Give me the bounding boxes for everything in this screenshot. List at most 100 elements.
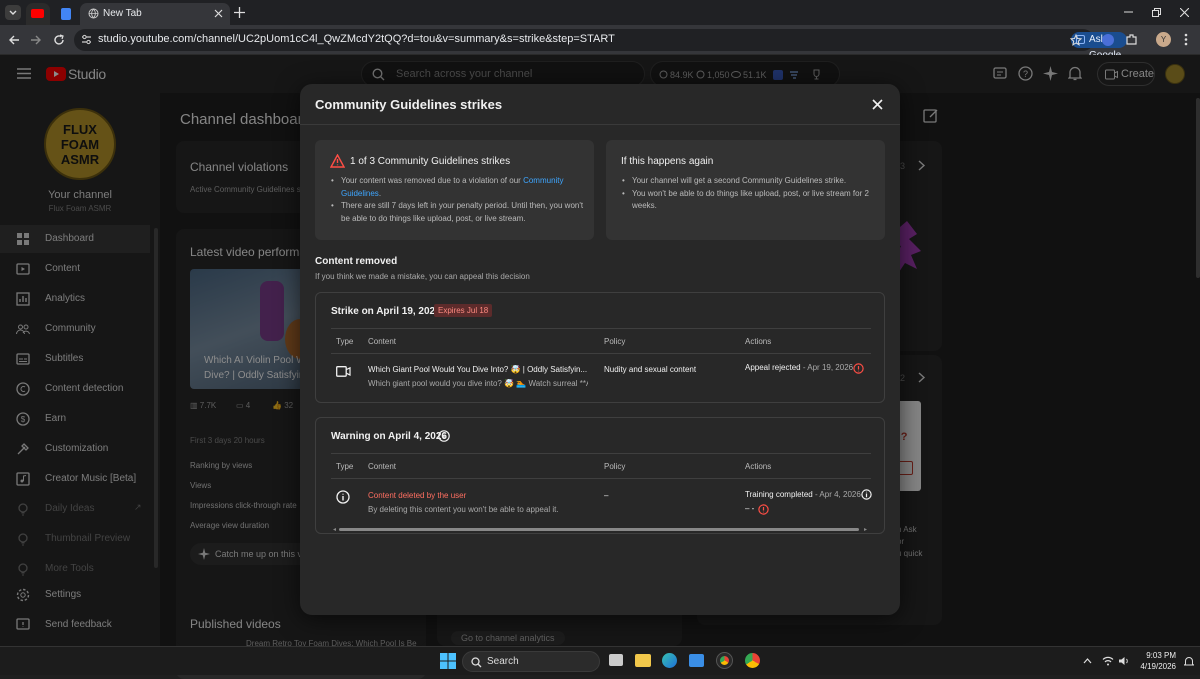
omnibox[interactable]: studio.youtube.com/channel/UC2pUom1cC4l_…: [74, 29, 1128, 61]
wifi-icon[interactable]: [1102, 656, 1114, 666]
info-alert-icon[interactable]: [758, 504, 769, 515]
strike-bullet-1: Your content was removed due to a violat…: [331, 175, 586, 200]
minimize-icon[interactable]: [1124, 11, 1133, 13]
tab-new-tab[interactable]: New Tab: [80, 3, 230, 25]
bookmark-star-icon[interactable]: [1070, 34, 1082, 46]
info-circle-icon: [336, 490, 350, 504]
scroll-thumb[interactable]: [339, 528, 859, 531]
content-removed-title: Content removed: [315, 256, 398, 267]
strikes-dialog: Community Guidelines strikes 1 of 3 Comm…: [300, 84, 900, 615]
info-alert-icon[interactable]: [853, 363, 864, 374]
back-icon[interactable]: [8, 34, 20, 46]
chevron-up-icon[interactable]: [1083, 658, 1092, 664]
puzzle-icon[interactable]: [1125, 33, 1138, 46]
col-actions: Actions: [745, 337, 772, 346]
expiry-badge: Expires Jul 18: [434, 304, 493, 317]
col-type: Type: [336, 337, 354, 346]
strike-title: Strike on April 19, 2026: [331, 306, 441, 317]
file-explorer-icon[interactable]: [635, 654, 651, 667]
scroll-right-arrow[interactable]: ▸: [864, 526, 867, 533]
deleted-content-title: Content deleted by the user: [368, 491, 467, 500]
task-view-icon[interactable]: [609, 654, 623, 666]
address-bar: studio.youtube.com/channel/UC2pUom1cC4l_…: [0, 25, 1200, 61]
search-icon: [471, 657, 482, 668]
bullet-text: Your content was removed due to a violat…: [341, 176, 521, 185]
divider: [331, 453, 871, 454]
divider: [331, 328, 871, 329]
strike-video-link[interactable]: Which Giant Pool Would You Dive Into? 🤯 …: [368, 365, 588, 374]
col-content: Content: [368, 337, 397, 346]
extension-icon[interactable]: [1102, 34, 1114, 46]
strike-video-desc: Which giant pool would you dive into? 🤯 …: [368, 379, 588, 388]
youtube-icon: [31, 9, 44, 18]
strike-count-box: 1 of 3 Community Guidelines strikes Your…: [315, 140, 594, 240]
tab-list-button[interactable]: [5, 5, 21, 20]
reload-icon[interactable]: [53, 34, 65, 46]
windows-taskbar: Search 9:03 PM 4/19/2026: [0, 646, 1200, 675]
url-text: studio.youtube.com/channel/UC2pUom1cC4l_…: [98, 33, 615, 45]
warning-policy: –: [604, 491, 609, 500]
forward-icon[interactable]: [30, 34, 42, 46]
taskbar-search[interactable]: Search: [462, 651, 600, 672]
warning-title: Warning on April 4, 2026: [331, 431, 447, 442]
video-icon: [336, 366, 351, 377]
scroll-left-arrow[interactable]: ◂: [333, 526, 336, 533]
warning-card: Warning on April 4, 2026 Type Content Po…: [315, 417, 885, 534]
profile-avatar[interactable]: Y: [1156, 32, 1171, 47]
store-icon[interactable]: [689, 654, 704, 667]
windows-start-icon[interactable]: [440, 653, 456, 669]
window-close-icon[interactable]: [1180, 8, 1189, 17]
strike-count-title: 1 of 3 Community Guidelines strikes: [350, 156, 511, 167]
globe-icon: [88, 8, 99, 19]
dialog-title: Community Guidelines strikes: [315, 97, 503, 112]
chevron-down-icon: [9, 10, 17, 15]
col-content: Content: [368, 462, 397, 471]
dialog-header: Community Guidelines strikes: [300, 84, 900, 125]
deleted-content-desc: By deleting this content you won't be ab…: [368, 505, 559, 514]
taskbar-search-label: Search: [487, 656, 519, 667]
next-bullet-2: You won't be able to do things like uplo…: [622, 188, 877, 213]
volume-icon[interactable]: [1118, 656, 1130, 666]
strike-bullet-2: There are still 7 days left in your pena…: [331, 200, 586, 225]
edge-icon[interactable]: [662, 653, 677, 668]
chrome-profile-icon[interactable]: [745, 653, 760, 668]
tab-title: New Tab: [103, 8, 142, 19]
new-tab-icon[interactable]: [234, 7, 245, 18]
horizontal-scrollbar[interactable]: ◂ ▸: [331, 526, 871, 533]
tab-youtube[interactable]: [26, 3, 50, 25]
divider: [331, 353, 871, 354]
col-policy: Policy: [604, 337, 626, 346]
site-settings-icon[interactable]: [81, 34, 92, 45]
warning-action-2: – -: [745, 504, 755, 513]
warning-triangle-icon: [330, 154, 345, 168]
close-icon[interactable]: [214, 9, 223, 18]
clock-date[interactable]: 4/19/2026: [1136, 662, 1176, 671]
docs-icon: [61, 8, 71, 20]
browser-menu-icon[interactable]: [1184, 33, 1188, 46]
divider: [331, 478, 871, 479]
next-strike-title: If this happens again: [621, 156, 714, 167]
next-bullet-1: Your channel will get a second Community…: [622, 175, 877, 188]
info-icon[interactable]: [438, 430, 450, 442]
strike-action: Appeal rejected - Apr 19, 2026: [745, 363, 853, 372]
maximize-icon[interactable]: [1152, 8, 1161, 17]
strike-policy: Nudity and sexual content: [604, 365, 697, 374]
bullet-text: .: [378, 188, 382, 198]
col-actions: Actions: [745, 462, 772, 471]
appeal-date: - Apr 19, 2026: [802, 363, 854, 372]
next-strike-box: If this happens again Your channel will …: [606, 140, 885, 240]
content-removed-sub: If you think we made a mistake, you can …: [315, 272, 530, 281]
appeal-status: Appeal rejected: [745, 363, 801, 372]
browser-tab-strip: New Tab: [0, 0, 1200, 25]
info-icon[interactable]: [861, 489, 872, 500]
notification-bell-icon[interactable]: [1184, 656, 1194, 667]
clock-time[interactable]: 9:03 PM: [1136, 651, 1176, 660]
strike-count-bullets: Your content was removed due to a violat…: [331, 175, 586, 225]
close-icon[interactable]: [872, 99, 883, 110]
col-policy: Policy: [604, 462, 626, 471]
chrome-icon[interactable]: [716, 652, 733, 669]
training-date: - Apr 4, 2026: [814, 490, 861, 499]
next-strike-bullets: Your channel will get a second Community…: [622, 175, 877, 213]
tab-docs[interactable]: [54, 3, 78, 25]
strike-card: Strike on April 19, 2026 Expires Jul 18 …: [315, 292, 885, 403]
